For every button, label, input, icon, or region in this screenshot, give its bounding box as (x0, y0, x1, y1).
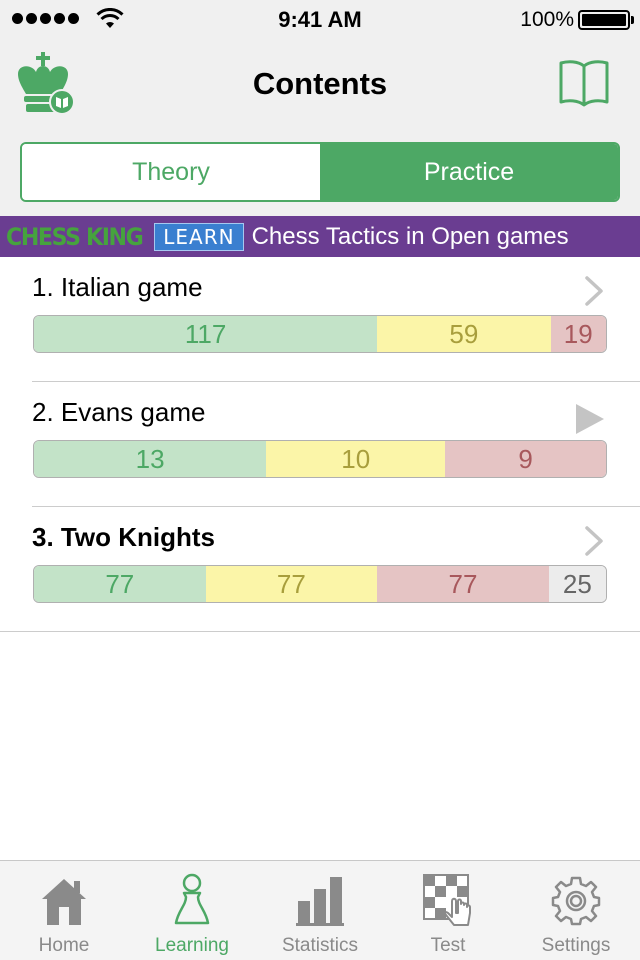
tab-settings[interactable]: Settings (512, 861, 640, 960)
progress-bar: 77 77 77 25 (33, 565, 607, 603)
failed-count: 19 (550, 316, 606, 352)
failed-count: 77 (377, 566, 549, 602)
tab-settings-label: Settings (541, 935, 611, 956)
tab-learning-label: Learning (155, 935, 229, 956)
play-icon (576, 404, 604, 434)
tab-home-label: Home (38, 935, 90, 956)
learn-badge: LEARN (154, 222, 244, 251)
status-bar: 9:41 AM 100% (0, 0, 640, 40)
tab-home[interactable]: Home (0, 861, 128, 960)
battery-tip (631, 16, 634, 24)
tab-learning[interactable]: Learning (128, 861, 256, 960)
progress-bar: 13 10 9 (33, 440, 607, 478)
chevron-right-icon (585, 276, 603, 306)
tab-test-label: Test (430, 935, 466, 956)
progress-bar: 117 59 19 (33, 315, 607, 353)
list-item[interactable]: 2. Evans game 13 10 9 (32, 382, 640, 507)
theory-practice-segmented-control: Theory Practice (20, 142, 620, 202)
chess-king-brand: CHESS KING (6, 222, 144, 251)
theory-tab[interactable]: Theory (22, 144, 320, 200)
page-title: Contents (252, 66, 388, 101)
solved-count: 117 (34, 316, 378, 352)
list-item[interactable]: 3. Two Knights 77 77 77 25 (0, 507, 640, 632)
segment-area: Theory Practice (0, 128, 640, 216)
tab-bar: Home Learning Statistics Test Settings (0, 860, 640, 960)
solved-count: 77 (34, 566, 206, 602)
pawn-icon (174, 873, 210, 925)
tab-statistics-label: Statistics (281, 935, 359, 956)
home-icon (42, 879, 86, 925)
navigation-bar: Contents (0, 40, 640, 128)
battery-percentage: 100% (520, 8, 574, 31)
failed-count: 9 (445, 441, 606, 477)
chevron-right-icon (585, 526, 603, 556)
course-title: Chess Tactics in Open games (251, 222, 569, 250)
list-item[interactable]: 1. Italian game 117 59 19 (32, 257, 640, 382)
tab-test[interactable]: Test (384, 861, 512, 960)
battery-icon (578, 10, 630, 30)
chessboard-hand-icon (423, 874, 471, 926)
bar-chart-icon (296, 877, 344, 926)
course-banner: CHESS KING LEARN Chess Tactics in Open g… (0, 216, 640, 257)
chapter-title: 2. Evans game (32, 397, 206, 427)
partial-count: 10 (266, 441, 446, 477)
partial-count: 77 (205, 566, 378, 602)
chapter-list: 1. Italian game 117 59 19 2. Evans game … (0, 257, 640, 632)
unsolved-count: 25 (548, 566, 606, 602)
practice-tab[interactable]: Practice (320, 144, 618, 200)
solved-count: 13 (34, 441, 267, 477)
book-icon[interactable] (558, 58, 610, 108)
chapter-title: 3. Two Knights (32, 522, 215, 552)
gear-icon (551, 876, 601, 926)
chapter-title: 1. Italian game (32, 272, 203, 302)
partial-count: 59 (377, 316, 551, 352)
tab-statistics[interactable]: Statistics (256, 861, 384, 960)
